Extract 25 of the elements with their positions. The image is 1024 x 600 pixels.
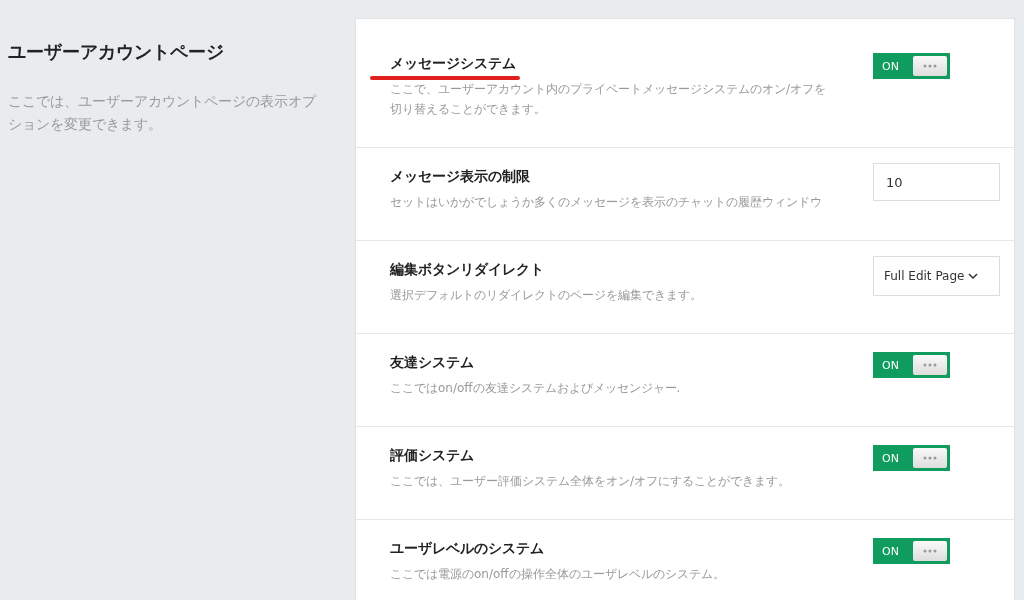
section-title: ユーザーアカウントページ	[8, 40, 225, 64]
grip-dots-icon	[923, 549, 937, 553]
setting-title: メッセージ表示の制限	[390, 168, 530, 184]
section-description: ここでは、ユーザーアカウントページの表示オプションを変更できます。	[8, 92, 318, 134]
dropdown[interactable]: Full Edit Page	[873, 256, 1000, 296]
setting-description: セットはいかがでしょうか多くのメッセージを表示のチャットの履歴ウィンドウ	[390, 194, 823, 211]
toggle-switch[interactable]: ON	[873, 445, 950, 471]
grip-dots-icon	[923, 64, 937, 68]
setting-description: ここで、ユーザーアカウント内のプライベートメッセージシステムのオン/オフを切り替えることができます。	[390, 81, 828, 118]
toggle-switch[interactable]: ON	[873, 53, 950, 79]
grip-dots-icon	[923, 363, 937, 367]
number-field[interactable]: 10	[873, 163, 1000, 201]
setting-title: 友達システム	[390, 354, 474, 370]
setting-title: ユーザレベルのシステム	[390, 540, 544, 556]
setting-title: 編集ボタンリダイレクト	[390, 261, 544, 277]
setting-description: ここではon/offの友達システムおよびメッセンジャー.	[390, 380, 682, 397]
setting-title: 評価システム	[390, 447, 474, 463]
toggle-switch[interactable]: ON	[873, 352, 950, 378]
chevron-down-icon	[968, 273, 979, 279]
setting-title: メッセージシステム	[390, 55, 516, 71]
setting-description: ここでは電源のon/offの操作全体のユーザレベルのシステム。	[390, 566, 726, 583]
grip-dots-icon	[923, 456, 937, 460]
setting-description: ここでは、ユーザー評価システム全体をオン/オフにすることができます。	[390, 473, 792, 490]
toggle-switch[interactable]: ON	[873, 538, 950, 564]
setting-description: 選択デフォルトのリダイレクトのページを編集できます。	[390, 287, 703, 304]
